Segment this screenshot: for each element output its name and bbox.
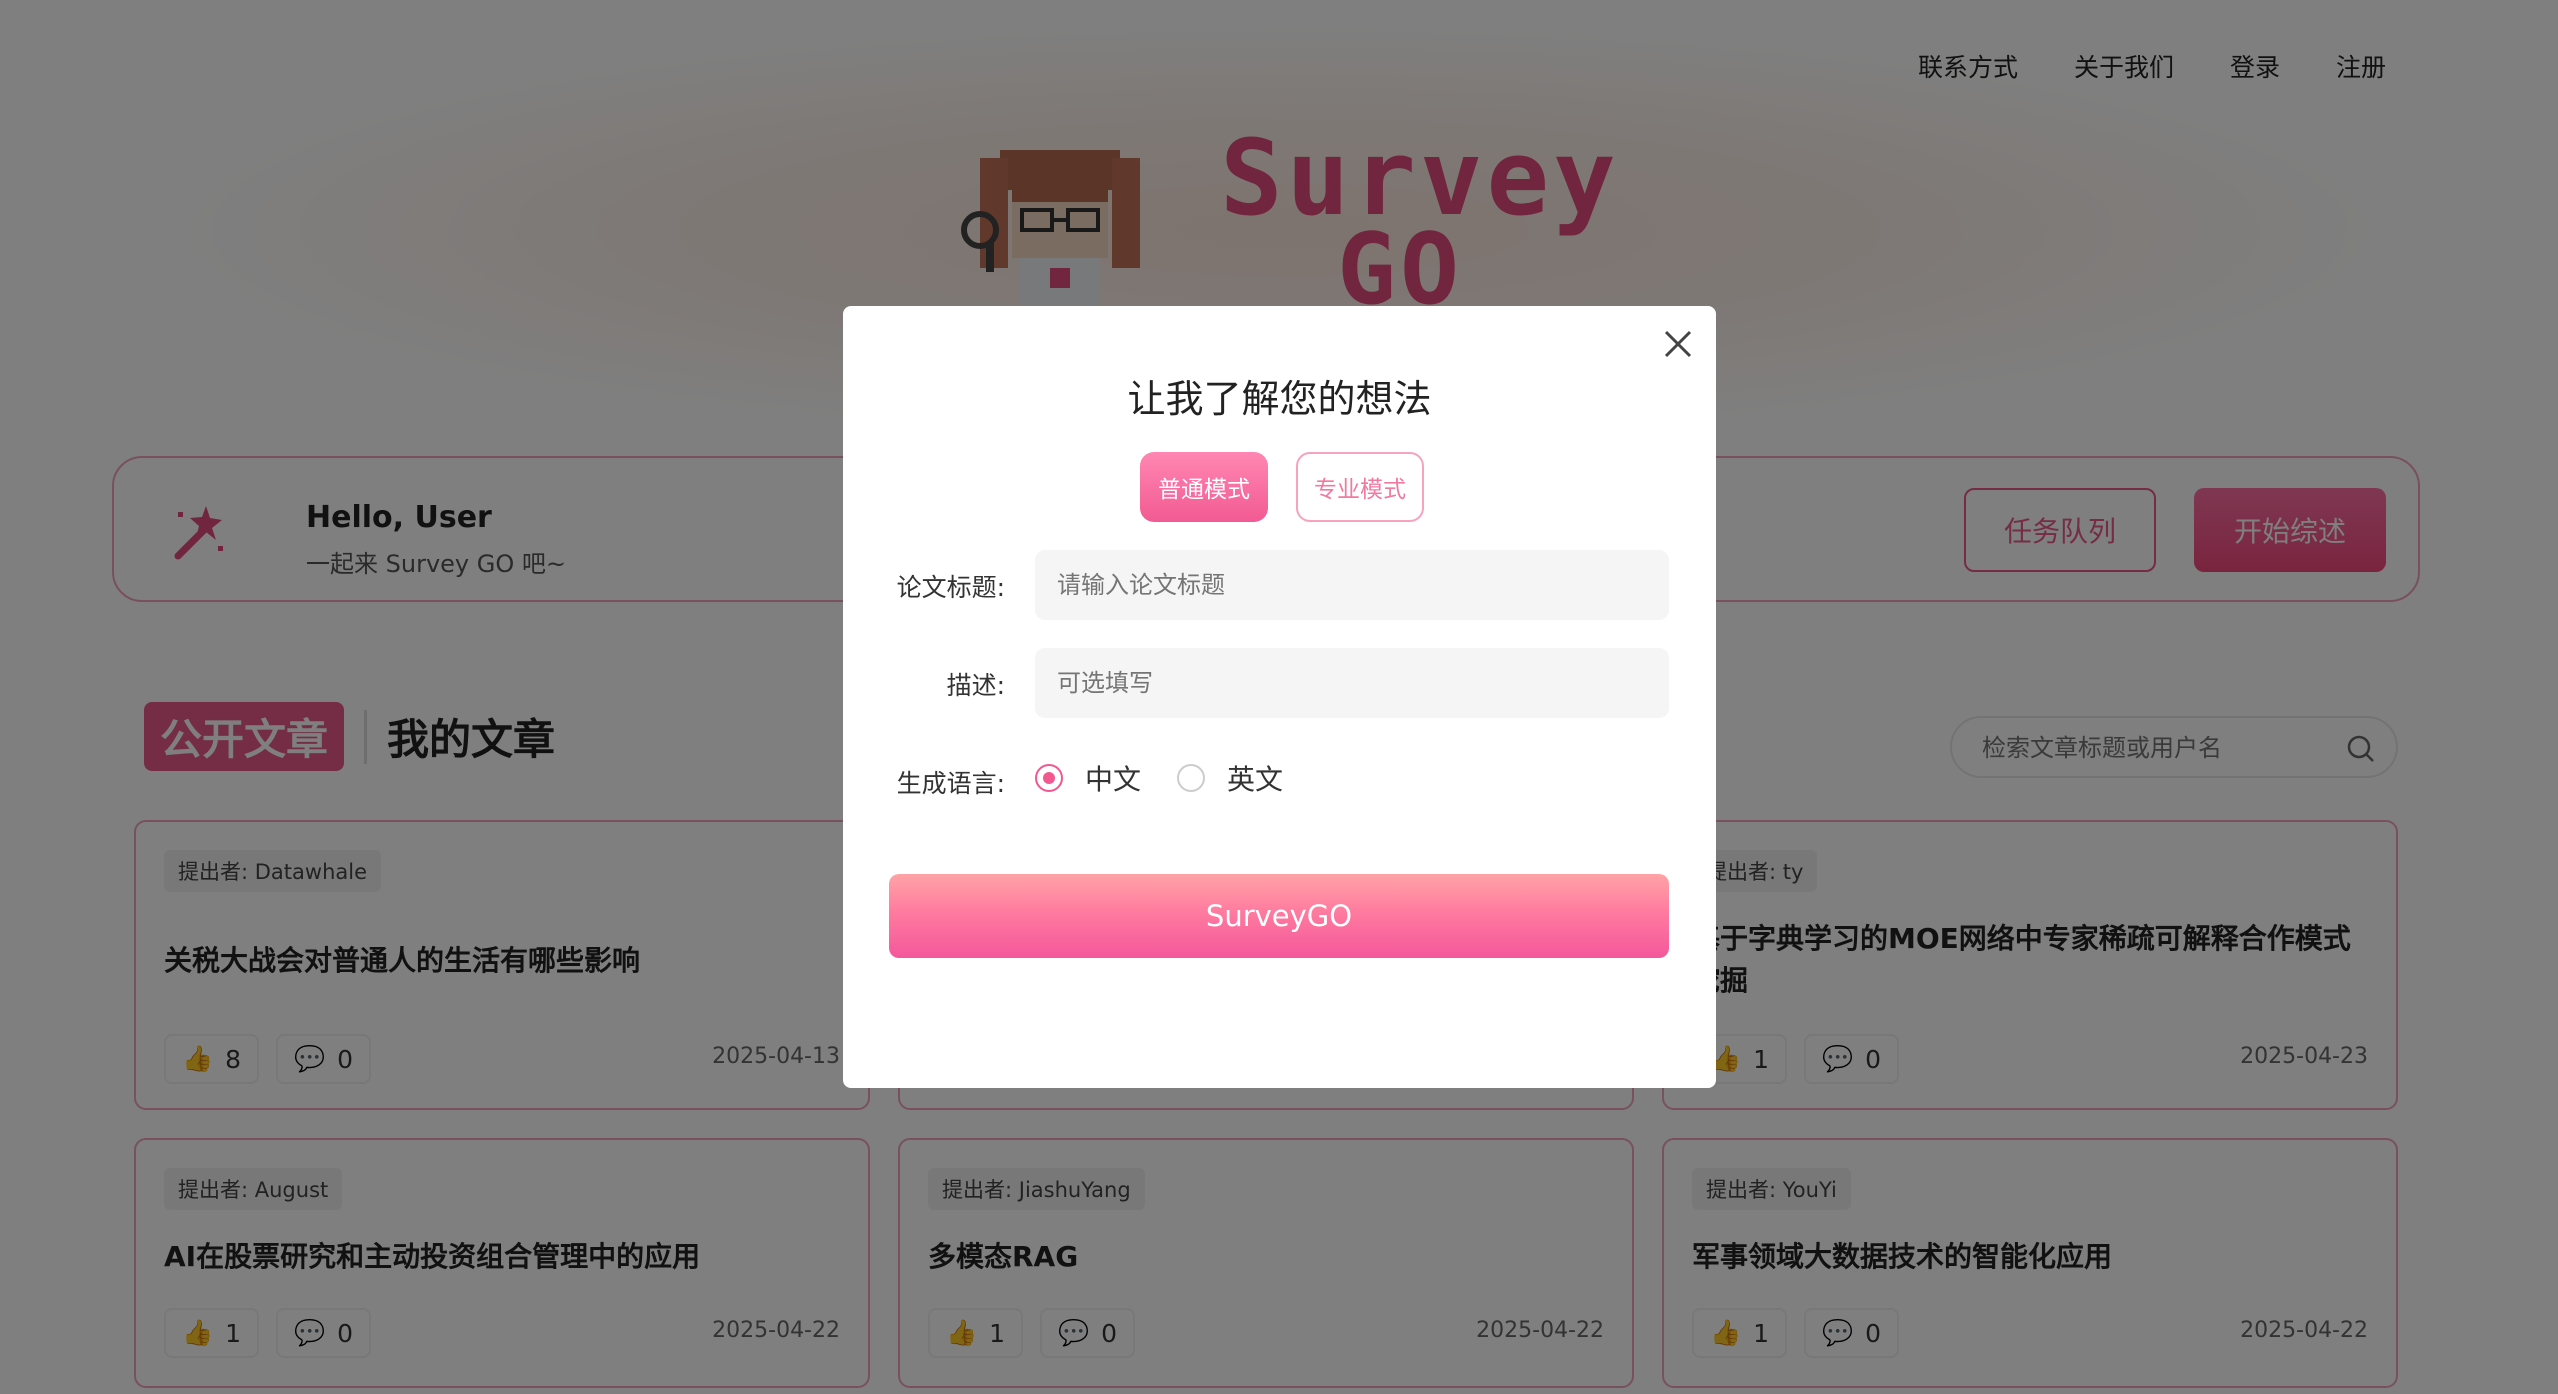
survey-idea-dialog: 让我了解您的想法 普通模式 专业模式 论文标题: 描述: 生成语言: 中文 英文… [843,306,1716,1088]
surveygo-submit-button[interactable]: SurveyGO [889,874,1669,958]
paper-title-input[interactable] [1035,550,1669,620]
close-icon[interactable] [1658,324,1698,364]
description-field-wrap [1035,648,1669,718]
description-row: 描述: [843,648,1716,718]
description-input[interactable] [1035,648,1669,718]
paper-title-label: 论文标题: [896,573,1005,602]
normal-mode-button[interactable]: 普通模式 [1140,452,1268,522]
language-radio-group: 中文 英文 [1035,758,1319,798]
language-english-label: 英文 [1227,763,1284,796]
language-chinese-label: 中文 [1085,763,1142,796]
dialog-title: 让我了解您的想法 [1127,377,1432,421]
description-label: 描述: [946,671,1005,700]
paper-title-row: 论文标题: [843,550,1716,620]
language-row: 生成语言: 中文 英文 [843,746,1716,816]
language-label: 生成语言: [896,769,1005,798]
language-english-option[interactable]: 英文 [1177,758,1283,798]
language-chinese-option[interactable]: 中文 [1035,758,1141,798]
radio-selected-icon[interactable] [1035,764,1063,792]
radio-unselected-icon[interactable] [1177,764,1206,792]
paper-title-field-wrap [1035,550,1669,620]
pro-mode-button[interactable]: 专业模式 [1296,452,1424,522]
mode-switch: 普通模式 专业模式 [1140,452,1424,522]
